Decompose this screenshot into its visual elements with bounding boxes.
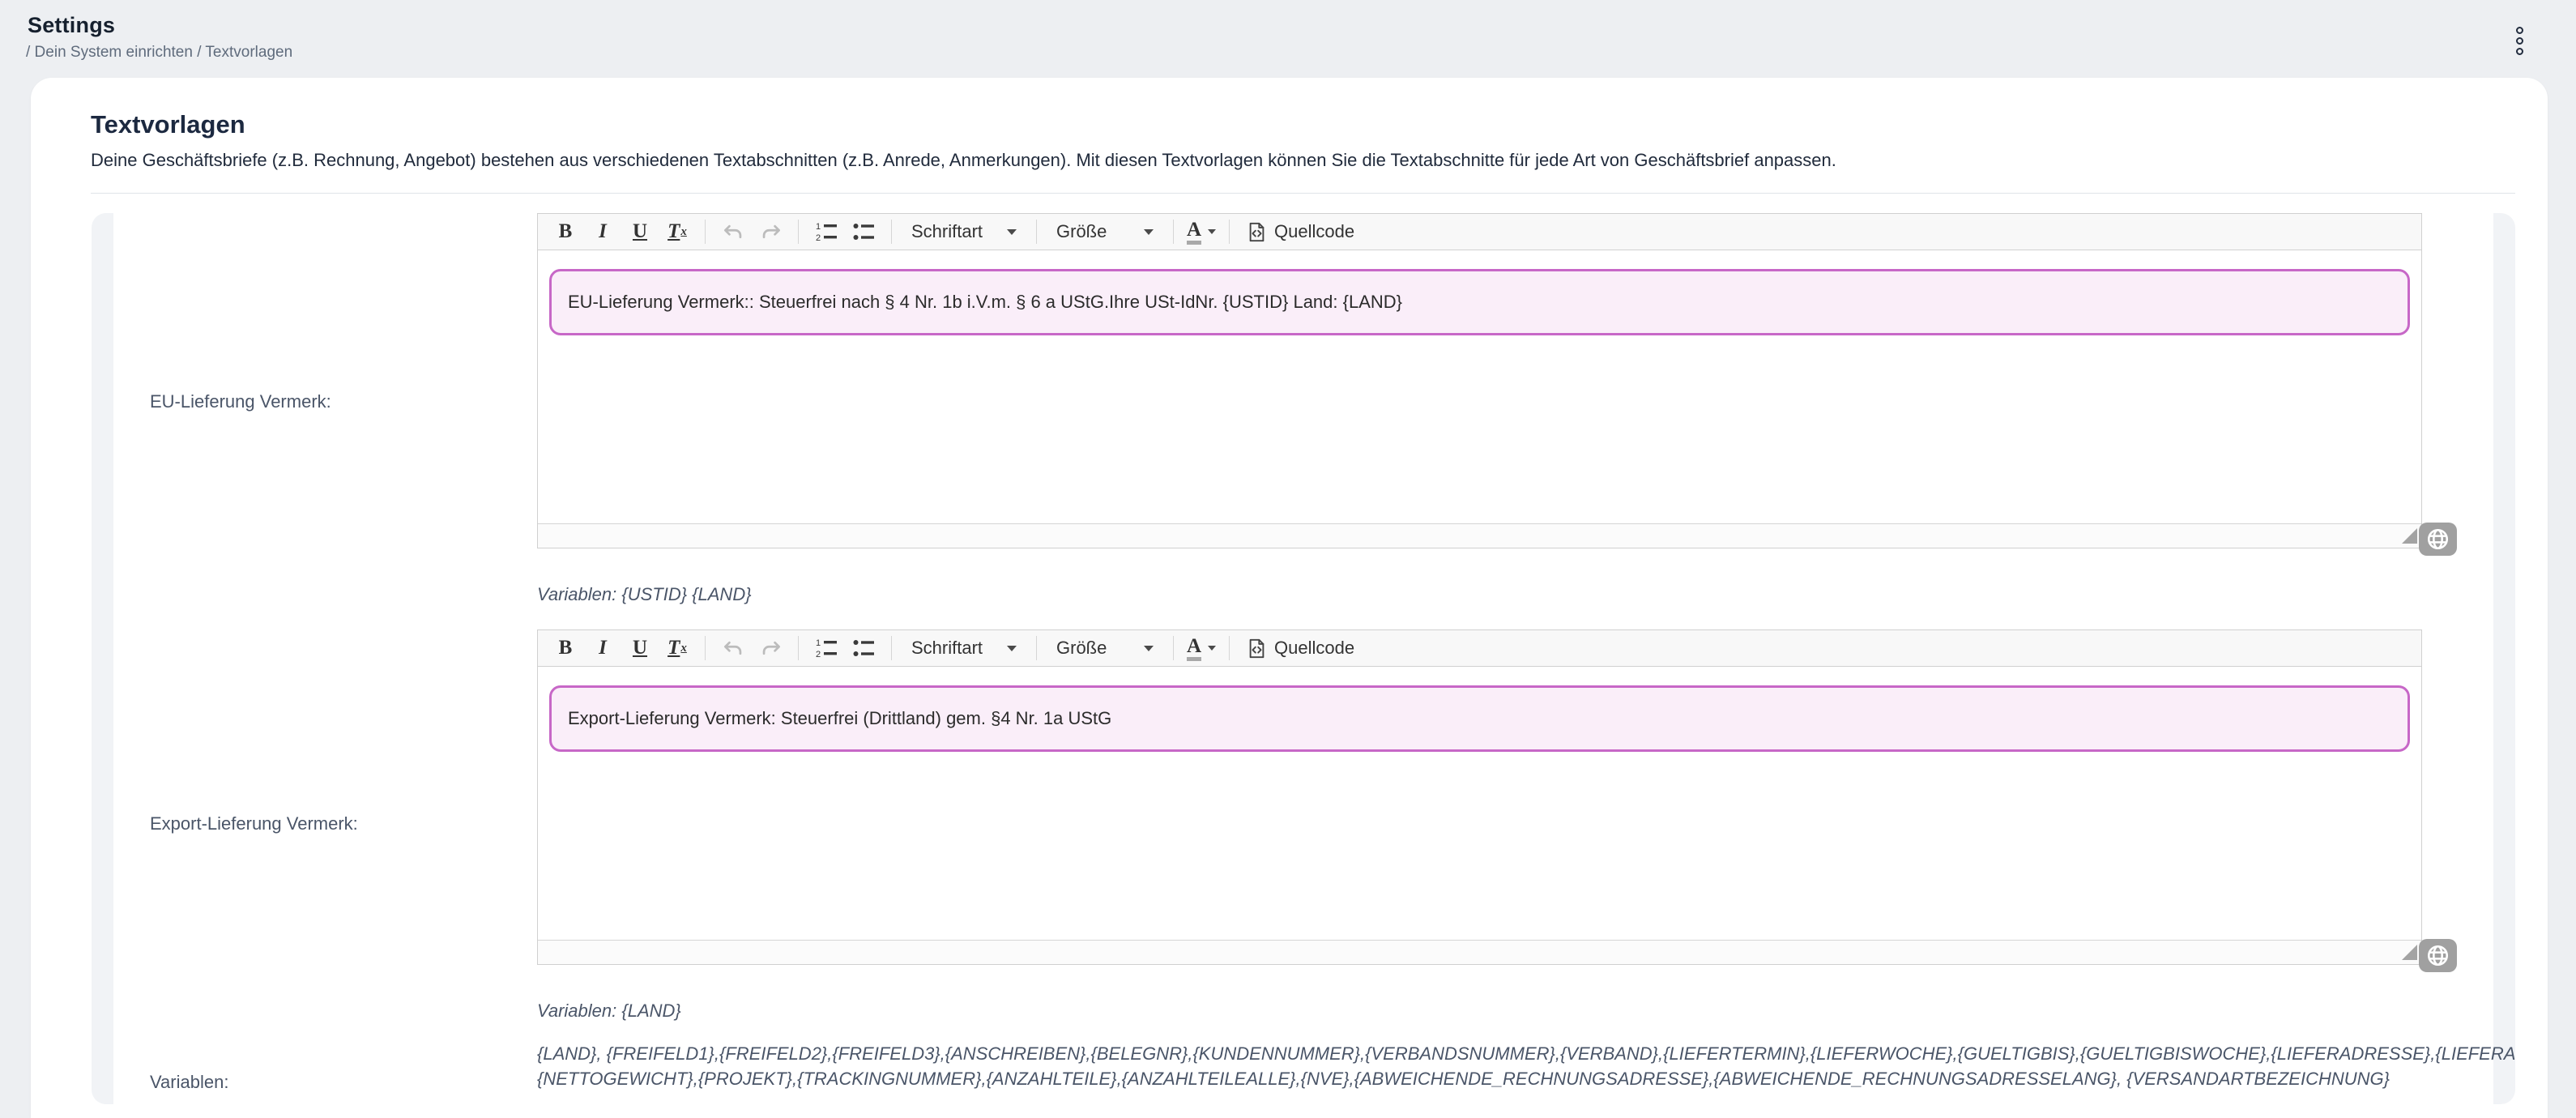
bullet-list-icon[interactable] [847, 634, 880, 663]
template-text-highlight[interactable]: EU-Lieferung Vermerk:: Steuerfrei nach §… [549, 269, 2410, 335]
font-size-value: Größe [1056, 638, 1107, 659]
resize-handle-icon[interactable] [2402, 945, 2417, 960]
chevron-down-icon [1144, 229, 1154, 235]
remove-format-t: T [667, 637, 680, 659]
bold-button[interactable]: B [549, 634, 582, 663]
page-title: Textvorlagen [91, 110, 2515, 139]
editor-bottom-bar [538, 523, 2421, 548]
chevron-down-icon [1208, 229, 1216, 234]
variables-list: {LAND}, {FREIFELD1},{FREIFELD2},{FREIFEL… [537, 1041, 2493, 1091]
globe-icon [2425, 527, 2450, 552]
source-code-icon [1246, 221, 1268, 243]
toolbar-separator [891, 636, 892, 660]
form-row-eu-lieferung: EU-Lieferung Vermerk: B I U Tx [113, 213, 2493, 607]
remove-format-x: x [680, 225, 687, 239]
chevron-down-icon [1208, 646, 1216, 651]
remove-format-button[interactable]: Tx [661, 217, 693, 246]
kebab-menu-icon[interactable] [2505, 21, 2534, 60]
toolbar-separator [891, 220, 892, 244]
content-card: Textvorlagen Deine Geschäftsbriefe (z.B.… [31, 78, 2548, 1118]
chevron-down-icon [1144, 646, 1154, 651]
font-family-value: Schriftart [911, 638, 983, 659]
text-color-icon: A [1187, 220, 1201, 245]
numbered-list-icon[interactable]: 12 [810, 217, 842, 246]
toolbar-separator [1036, 636, 1037, 660]
source-button-label: Quellcode [1274, 638, 1354, 659]
page-description: Deine Geschäftsbriefe (z.B. Rechnung, An… [91, 150, 2515, 171]
italic-button[interactable]: I [586, 634, 619, 663]
globe-icon [2425, 943, 2450, 968]
app-title: Settings [28, 13, 2576, 38]
field-label-export-lieferung: Export-Lieferung Vermerk: [150, 813, 358, 834]
editor-toolbar: B I U Tx [538, 214, 2421, 250]
field-label-eu-lieferung: EU-Lieferung Vermerk: [150, 391, 331, 412]
rich-text-editor-export-lieferung[interactable]: B I U Tx [537, 629, 2422, 965]
bold-button[interactable]: B [549, 217, 582, 246]
source-button-label: Quellcode [1274, 221, 1354, 242]
chevron-down-icon [1007, 646, 1017, 651]
form-row-variablen: Variablen: {LAND}, {FREIFELD1},{FREIFELD… [113, 1041, 2493, 1091]
editor-content-area[interactable]: EU-Lieferung Vermerk:: Steuerfrei nach §… [538, 250, 2421, 523]
toolbar-separator [798, 636, 799, 660]
undo-arrow-icon[interactable] [717, 217, 749, 246]
toolbar-separator [705, 220, 706, 244]
globe-button[interactable] [2419, 523, 2457, 556]
remove-format-button[interactable]: Tx [661, 634, 693, 663]
font-family-select[interactable]: Schriftart [903, 217, 1025, 246]
toolbar-separator [798, 220, 799, 244]
bullet-list-icon[interactable] [847, 217, 880, 246]
numbered-list-icon[interactable]: 12 [810, 634, 842, 663]
svg-text:2: 2 [816, 650, 821, 659]
globe-button[interactable] [2419, 939, 2457, 972]
svg-text:1: 1 [816, 222, 821, 232]
font-family-select[interactable]: Schriftart [903, 634, 1025, 663]
italic-button[interactable]: I [586, 217, 619, 246]
redo-arrow-icon[interactable] [754, 217, 787, 246]
svg-text:2: 2 [816, 233, 821, 243]
field-label-variablen: Variablen: [150, 1072, 228, 1093]
editor-toolbar: B I U Tx [538, 630, 2421, 667]
editor-content-area[interactable]: Export-Lieferung Vermerk: Steuerfrei (Dr… [538, 667, 2421, 940]
svg-text:1: 1 [816, 638, 821, 648]
toolbar-separator [705, 636, 706, 660]
underline-button[interactable]: U [624, 634, 656, 663]
divider [91, 193, 2515, 194]
redo-arrow-icon[interactable] [754, 634, 787, 663]
rich-text-editor-eu-lieferung[interactable]: B I U Tx [537, 213, 2422, 548]
toolbar-separator [1229, 220, 1230, 244]
resize-handle-icon[interactable] [2402, 528, 2417, 544]
source-code-icon [1246, 638, 1268, 659]
font-family-value: Schriftart [911, 221, 983, 242]
variables-line: {NETTOGEWICHT},{PROJEKT},{TRACKINGNUMMER… [537, 1066, 2493, 1091]
editor-bottom-bar [538, 940, 2421, 964]
font-size-value: Größe [1056, 221, 1107, 242]
source-button[interactable]: Quellcode [1241, 634, 1359, 663]
undo-arrow-icon[interactable] [717, 634, 749, 663]
source-button[interactable]: Quellcode [1241, 217, 1359, 246]
text-color-button[interactable]: A [1185, 217, 1218, 246]
form-panel: EU-Lieferung Vermerk: B I U Tx [92, 213, 2515, 1104]
font-size-select[interactable]: Größe [1048, 217, 1162, 246]
form-panel-inner: EU-Lieferung Vermerk: B I U Tx [113, 213, 2493, 1104]
app-header: Settings / Dein System einrichten / Text… [0, 0, 2576, 78]
form-row-export-lieferung: Export-Lieferung Vermerk: B I U Tx [113, 629, 2493, 1023]
text-color-button[interactable]: A [1185, 634, 1218, 663]
chevron-down-icon [1007, 229, 1017, 235]
variables-line: {LAND}, {FREIFELD1},{FREIFELD2},{FREIFEL… [537, 1041, 2493, 1066]
toolbar-separator [1173, 220, 1174, 244]
toolbar-separator [1036, 220, 1037, 244]
text-color-icon: A [1187, 636, 1201, 661]
breadcrumb[interactable]: / Dein System einrichten / Textvorlagen [26, 44, 2576, 62]
underline-button[interactable]: U [624, 217, 656, 246]
settings-screen: Settings / Dein System einrichten / Text… [0, 0, 2576, 1118]
remove-format-x: x [680, 642, 687, 655]
font-size-select[interactable]: Größe [1048, 634, 1162, 663]
variables-note: Variablen: {USTID} {LAND} [537, 584, 2493, 607]
template-text-highlight[interactable]: Export-Lieferung Vermerk: Steuerfrei (Dr… [549, 685, 2410, 752]
remove-format-t: T [667, 220, 680, 243]
toolbar-separator [1229, 636, 1230, 660]
variables-note: Variablen: {LAND} [537, 1001, 2493, 1023]
toolbar-separator [1173, 636, 1174, 660]
